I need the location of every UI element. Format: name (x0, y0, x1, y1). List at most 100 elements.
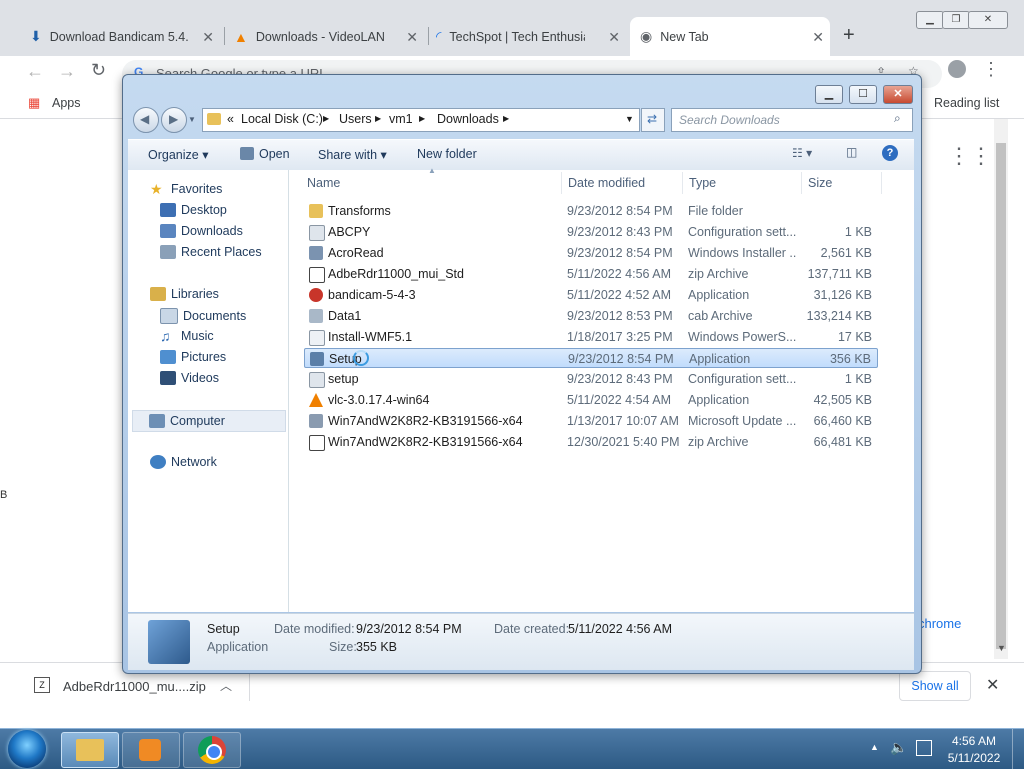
nav-pictures[interactable]: Pictures (160, 350, 226, 364)
back-arrow-icon[interactable]: ← (26, 61, 44, 82)
breadcrumb-overflow[interactable]: « (227, 112, 234, 126)
taskbar-explorer-button[interactable] (61, 732, 119, 768)
column-header-name[interactable]: Name (307, 176, 340, 190)
file-row-install-wmf[interactable]: Install-WMF5.1 1/18/2017 3:25 PM Windows P… (304, 327, 878, 347)
file-row-abcpy[interactable]: ABCPY 9/23/2012 8:43 PM Configuration sett… (304, 222, 878, 242)
google-apps-grid-icon[interactable]: ⋮⋮ (948, 143, 992, 169)
browser-minimize-button[interactable]: ▁ (916, 11, 944, 29)
reading-list-button[interactable]: Reading list (934, 96, 999, 110)
page-scrollbar[interactable]: ▼ (994, 119, 1008, 659)
file-row-data1[interactable]: Data1 9/23/2012 8:53 PM cab Archive 133,214… (304, 306, 878, 326)
profile-avatar-icon[interactable] (948, 60, 966, 78)
nav-network[interactable]: Network (150, 455, 217, 469)
file-row-transforms[interactable]: Transforms 9/23/2012 8:54 PM File folder (304, 201, 878, 221)
apps-grid-icon[interactable]: ▦ (28, 95, 40, 111)
help-icon[interactable]: ? (882, 145, 898, 161)
file-row-win7-msu[interactable]: Win7AndW2K8R2-KB3191566-x64 1/13/2017 10:… (304, 411, 878, 431)
open-button[interactable]: Open (259, 147, 290, 161)
breadcrumb-local-disk[interactable]: Local Disk (C:) (241, 112, 323, 126)
file-row-vlc[interactable]: vlc-3.0.17.4-win64 5/11/2022 4:54 AM Appli… (304, 390, 878, 410)
download-item-name[interactable]: AdbeRdr11000_mu....zip (63, 679, 206, 694)
network-status-icon[interactable] (916, 740, 932, 756)
breadcrumb-downloads[interactable]: Downloads (437, 112, 499, 126)
refresh-button[interactable]: ⇄ (641, 108, 665, 132)
setup-app-icon (310, 352, 324, 366)
new-folder-button[interactable]: New folder (417, 147, 477, 161)
preview-pane-icon[interactable]: ◫ (846, 145, 857, 159)
column-divider[interactable] (881, 172, 882, 194)
nav-computer[interactable]: Computer (132, 410, 286, 432)
address-bar[interactable]: « Local Disk (C:) ▶ Users ▶ vm1 ▶ Downlo… (202, 108, 640, 132)
browser-close-button[interactable]: ✕ (968, 11, 1008, 29)
nav-recent-places[interactable]: Recent Places (160, 245, 262, 259)
nav-downloads[interactable]: Downloads (160, 224, 243, 238)
file-row-win7-zip[interactable]: Win7AndW2K8R2-KB3191566-x64 12/30/2021 5:… (304, 432, 878, 452)
clock-date[interactable]: 5/11/2022 (944, 751, 1004, 765)
nav-desktop[interactable]: Desktop (160, 203, 227, 217)
file-row-adberdr-zip[interactable]: AdbeRdr11000_mui_Std 5/11/2022 4:56 AM zip… (304, 264, 878, 284)
show-desktop-button[interactable] (1012, 729, 1024, 769)
column-header-type[interactable]: Type (689, 176, 716, 190)
reload-icon[interactable]: ↻ (91, 60, 106, 81)
explorer-minimize-button[interactable]: ▁ (815, 85, 843, 104)
breadcrumb-separator-icon[interactable]: ▶ (375, 114, 381, 123)
tab-techspot[interactable]: ◜ TechSpot | Tech Enthusiast ✕ (436, 17, 626, 56)
forward-arrow-icon[interactable]: → (58, 61, 76, 82)
volume-icon[interactable]: 🔈 (890, 739, 907, 756)
column-header-date-modified[interactable]: Date modified (568, 176, 645, 190)
nav-documents[interactable]: Documents (160, 308, 246, 324)
chevron-up-icon[interactable]: ︿ (220, 677, 232, 694)
search-downloads-field[interactable]: Search Downloads ⌕ (671, 108, 913, 132)
address-history-chevron-icon[interactable]: ▼ (625, 114, 634, 124)
recent-pages-chevron-icon[interactable]: ▼ (188, 115, 196, 124)
clock-time[interactable]: 4:56 AM (948, 734, 1000, 748)
menu-kebab-icon[interactable]: ⋮ (982, 59, 1000, 80)
file-row-bandicam[interactable]: bandicam-5-4-3 5/11/2022 4:52 AM Applicati… (304, 285, 878, 305)
tab-new-tab[interactable]: ◉ New Tab ✕ (630, 17, 830, 56)
forward-button[interactable]: ▶ (161, 107, 187, 133)
nav-videos[interactable]: Videos (160, 371, 219, 385)
search-icon[interactable]: ⌕ (894, 111, 901, 126)
column-divider[interactable] (682, 172, 683, 194)
column-header-size[interactable]: Size (808, 176, 832, 190)
scrollbar-thumb[interactable] (996, 143, 1006, 649)
close-tab-icon[interactable]: ✕ (608, 29, 620, 46)
taskbar-chrome-button[interactable] (183, 732, 241, 768)
breadcrumb-vm1[interactable]: vm1 (389, 112, 413, 126)
share-with-menu[interactable]: Share with ▾ (318, 147, 387, 162)
show-hidden-icons-icon[interactable]: ▲ (870, 742, 879, 752)
show-all-button[interactable]: Show all (899, 671, 971, 701)
breadcrumb-users[interactable]: Users (339, 112, 372, 126)
tab-bandicam[interactable]: ⬇ Download Bandicam 5.4.3 ✕ (30, 17, 220, 56)
customize-chrome-link[interactable]: chrome (918, 616, 961, 631)
scroll-down-arrow-icon[interactable]: ▼ (997, 643, 1006, 653)
nav-music[interactable]: ♫ Music (160, 329, 214, 343)
chrome-favicon-icon: ◉ (640, 28, 653, 44)
organize-menu[interactable]: Organize ▾ (148, 147, 208, 162)
file-row-setup-config[interactable]: setup 9/23/2012 8:43 PM Configuration sett… (304, 369, 878, 389)
explorer-maximize-button[interactable]: ☐ (849, 85, 877, 104)
apps-shortcut[interactable]: Apps (52, 96, 81, 110)
view-options-icon[interactable]: ☷ ▾ (792, 146, 812, 160)
tab-videolan[interactable]: ▲ Downloads - VideoLAN ✕ (234, 17, 424, 56)
file-size: 137,711 KB (807, 267, 872, 281)
browser-restore-button[interactable]: ❐ (942, 11, 970, 29)
column-divider[interactable] (561, 172, 562, 194)
column-divider[interactable] (801, 172, 802, 194)
taskbar-media-player-button[interactable] (122, 732, 180, 768)
file-row-setup-exe[interactable]: Setup 9/23/2012 8:54 PM Application 356 KB (304, 348, 878, 368)
breadcrumb-separator-icon[interactable]: ▶ (323, 114, 329, 123)
start-button[interactable] (8, 730, 46, 768)
breadcrumb-separator-icon[interactable]: ▶ (503, 114, 509, 123)
close-tab-icon[interactable]: ✕ (406, 29, 418, 46)
close-tab-icon[interactable]: ✕ (812, 29, 824, 46)
close-tab-icon[interactable]: ✕ (202, 29, 214, 46)
nav-libraries[interactable]: Libraries (150, 287, 219, 301)
back-button[interactable]: ◀ (133, 107, 159, 133)
new-tab-plus-icon[interactable]: + (843, 24, 855, 47)
breadcrumb-separator-icon[interactable]: ▶ (419, 114, 425, 123)
nav-favorites[interactable]: ★ Favorites (150, 182, 222, 196)
close-download-bar-icon[interactable]: ✕ (986, 675, 999, 695)
file-row-acroread[interactable]: AcroRead 9/23/2012 8:54 PM Windows Install… (304, 243, 878, 263)
explorer-close-button[interactable]: ✕ (883, 85, 913, 104)
